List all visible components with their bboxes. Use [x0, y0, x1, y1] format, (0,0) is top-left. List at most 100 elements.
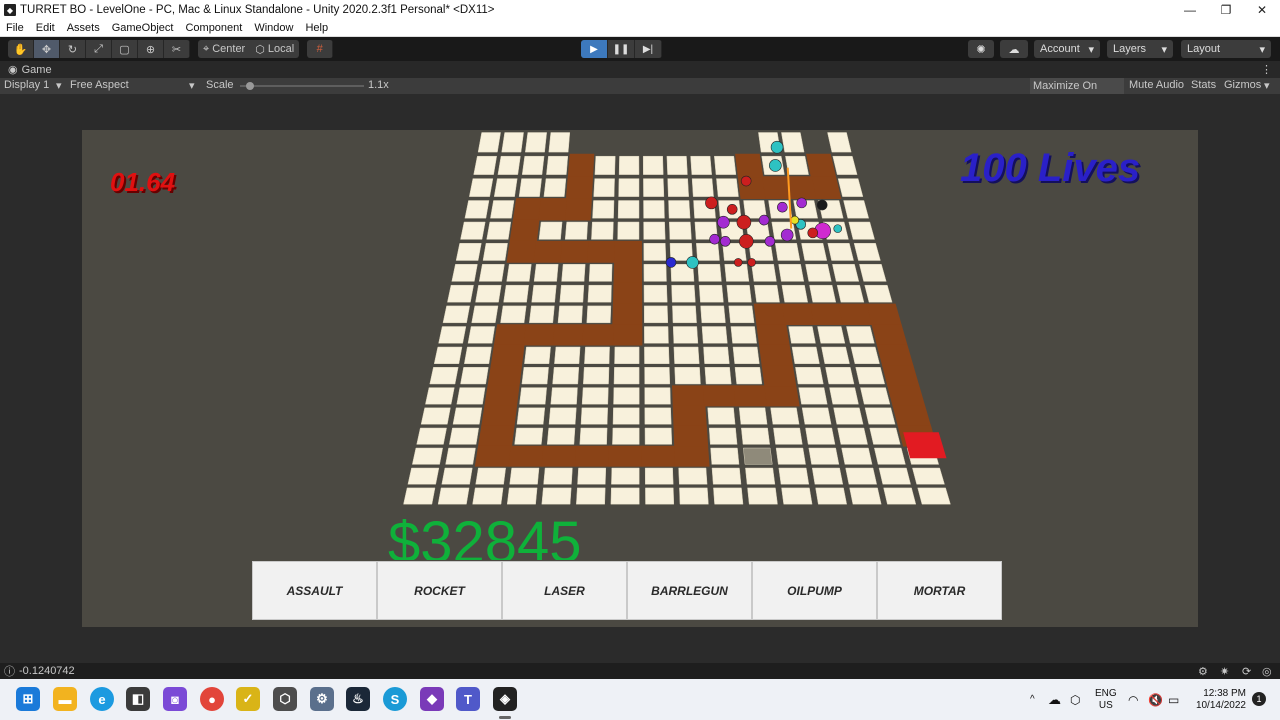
build-tile[interactable]	[588, 264, 613, 282]
build-tile[interactable]	[775, 447, 806, 465]
build-tile[interactable]	[455, 243, 482, 261]
build-tile[interactable]	[456, 387, 486, 405]
build-tile[interactable]	[543, 467, 573, 485]
lighting-icon[interactable]: ✷	[1220, 665, 1229, 678]
build-tile[interactable]	[711, 467, 742, 485]
build-tile[interactable]	[594, 155, 616, 175]
language-indicator[interactable]: ENG US	[1095, 679, 1117, 720]
build-tile[interactable]	[543, 178, 567, 197]
build-tile[interactable]	[643, 200, 665, 219]
build-tile[interactable]	[442, 305, 471, 324]
build-tile[interactable]	[475, 284, 502, 303]
build-tile[interactable]	[855, 367, 886, 385]
build-tile[interactable]	[451, 264, 478, 282]
build-tile[interactable]	[703, 346, 730, 364]
build-tile[interactable]	[741, 427, 770, 445]
build-tile[interactable]	[912, 467, 945, 485]
build-tile[interactable]	[644, 346, 670, 364]
build-tile[interactable]	[747, 487, 778, 505]
build-tile[interactable]	[438, 326, 467, 344]
pause-icon[interactable]: ❚❚	[608, 40, 635, 58]
build-tile[interactable]	[645, 487, 675, 505]
build-tile[interactable]	[751, 264, 777, 282]
aspect-select[interactable]: Free Aspect	[70, 79, 129, 91]
volume-muted-icon[interactable]: 🔇	[1148, 679, 1163, 720]
build-tile[interactable]	[486, 221, 512, 240]
build-tile[interactable]	[611, 467, 640, 485]
build-tile[interactable]	[521, 367, 549, 385]
build-tile[interactable]	[593, 178, 615, 197]
build-tile[interactable]	[846, 326, 875, 344]
collab-icon[interactable]: ✺	[968, 40, 994, 58]
build-tile[interactable]	[713, 487, 744, 505]
build-tile[interactable]	[447, 284, 474, 303]
play-icon[interactable]: ▶	[581, 40, 608, 58]
build-tile[interactable]	[452, 407, 483, 425]
build-tile[interactable]	[441, 467, 473, 485]
menu-gameobject[interactable]: GameObject	[106, 22, 180, 34]
build-tile[interactable]	[618, 178, 640, 197]
build-tile[interactable]	[478, 264, 505, 282]
steam-icon[interactable]: ♨	[346, 687, 370, 711]
account-dropdown[interactable]: Account ▾	[1034, 40, 1100, 58]
build-tile[interactable]	[420, 407, 451, 425]
game-board[interactable]	[82, 130, 1198, 627]
build-tile[interactable]	[698, 284, 724, 303]
build-tile[interactable]	[672, 305, 697, 324]
tab-game[interactable]: Game	[22, 64, 52, 76]
build-tile[interactable]	[617, 200, 640, 219]
photos-icon[interactable]: ◙	[163, 687, 187, 711]
build-tile[interactable]	[591, 221, 614, 240]
build-tile[interactable]	[805, 264, 832, 282]
build-tile[interactable]	[548, 132, 571, 153]
build-tile[interactable]	[707, 407, 736, 425]
build-tile[interactable]	[668, 200, 691, 219]
build-tile[interactable]	[473, 155, 497, 175]
menu-window[interactable]: Window	[248, 22, 299, 34]
build-tile[interactable]	[642, 155, 664, 175]
wifi-icon[interactable]: ◠	[1128, 679, 1138, 720]
build-tile[interactable]	[580, 407, 608, 425]
build-tile[interactable]	[643, 264, 667, 282]
stats-toggle[interactable]: Stats	[1191, 79, 1216, 91]
build-tile[interactable]	[475, 467, 506, 485]
rect-tool-icon[interactable]: ▢	[112, 40, 138, 58]
build-tile[interactable]	[471, 305, 499, 324]
build-tile[interactable]	[403, 487, 436, 505]
build-tile[interactable]	[468, 178, 494, 197]
build-tile[interactable]	[836, 284, 865, 303]
build-tile[interactable]	[827, 243, 854, 261]
build-tile[interactable]	[833, 407, 864, 425]
build-tile[interactable]	[416, 427, 447, 445]
build-tile[interactable]	[506, 264, 532, 282]
build-tile[interactable]	[541, 487, 572, 505]
start-icon[interactable]: ⊞	[16, 687, 40, 711]
clock[interactable]: 12:38 PM 10/14/2022	[1196, 679, 1246, 720]
file-explorer-icon[interactable]: ▬	[53, 687, 77, 711]
build-tile[interactable]	[490, 200, 515, 219]
build-tile[interactable]	[497, 155, 521, 175]
build-tile[interactable]	[467, 326, 495, 344]
build-tile[interactable]	[710, 447, 740, 465]
teams-icon[interactable]: T	[456, 687, 480, 711]
build-tile[interactable]	[557, 305, 583, 324]
build-tile[interactable]	[672, 326, 699, 344]
build-tile[interactable]	[644, 387, 671, 405]
build-tile[interactable]	[827, 132, 852, 153]
build-tile[interactable]	[411, 447, 444, 465]
build-tile[interactable]	[697, 264, 722, 282]
build-tile[interactable]	[516, 407, 546, 425]
build-tile[interactable]	[671, 284, 696, 303]
menu-edit[interactable]: Edit	[30, 22, 61, 34]
mortar-button[interactable]: MORTAR	[877, 561, 1002, 620]
build-tile[interactable]	[860, 387, 891, 405]
build-tile[interactable]	[509, 467, 540, 485]
build-tile[interactable]	[546, 155, 569, 175]
cloud-icon[interactable]: ☁	[1000, 40, 1028, 58]
chevron-down-icon[interactable]: ▾	[1264, 79, 1270, 92]
battery-icon[interactable]: ▭	[1168, 679, 1179, 720]
build-tile[interactable]	[714, 155, 737, 175]
build-tile[interactable]	[667, 178, 689, 197]
build-tile[interactable]	[679, 487, 709, 505]
build-tile[interactable]	[774, 243, 801, 261]
